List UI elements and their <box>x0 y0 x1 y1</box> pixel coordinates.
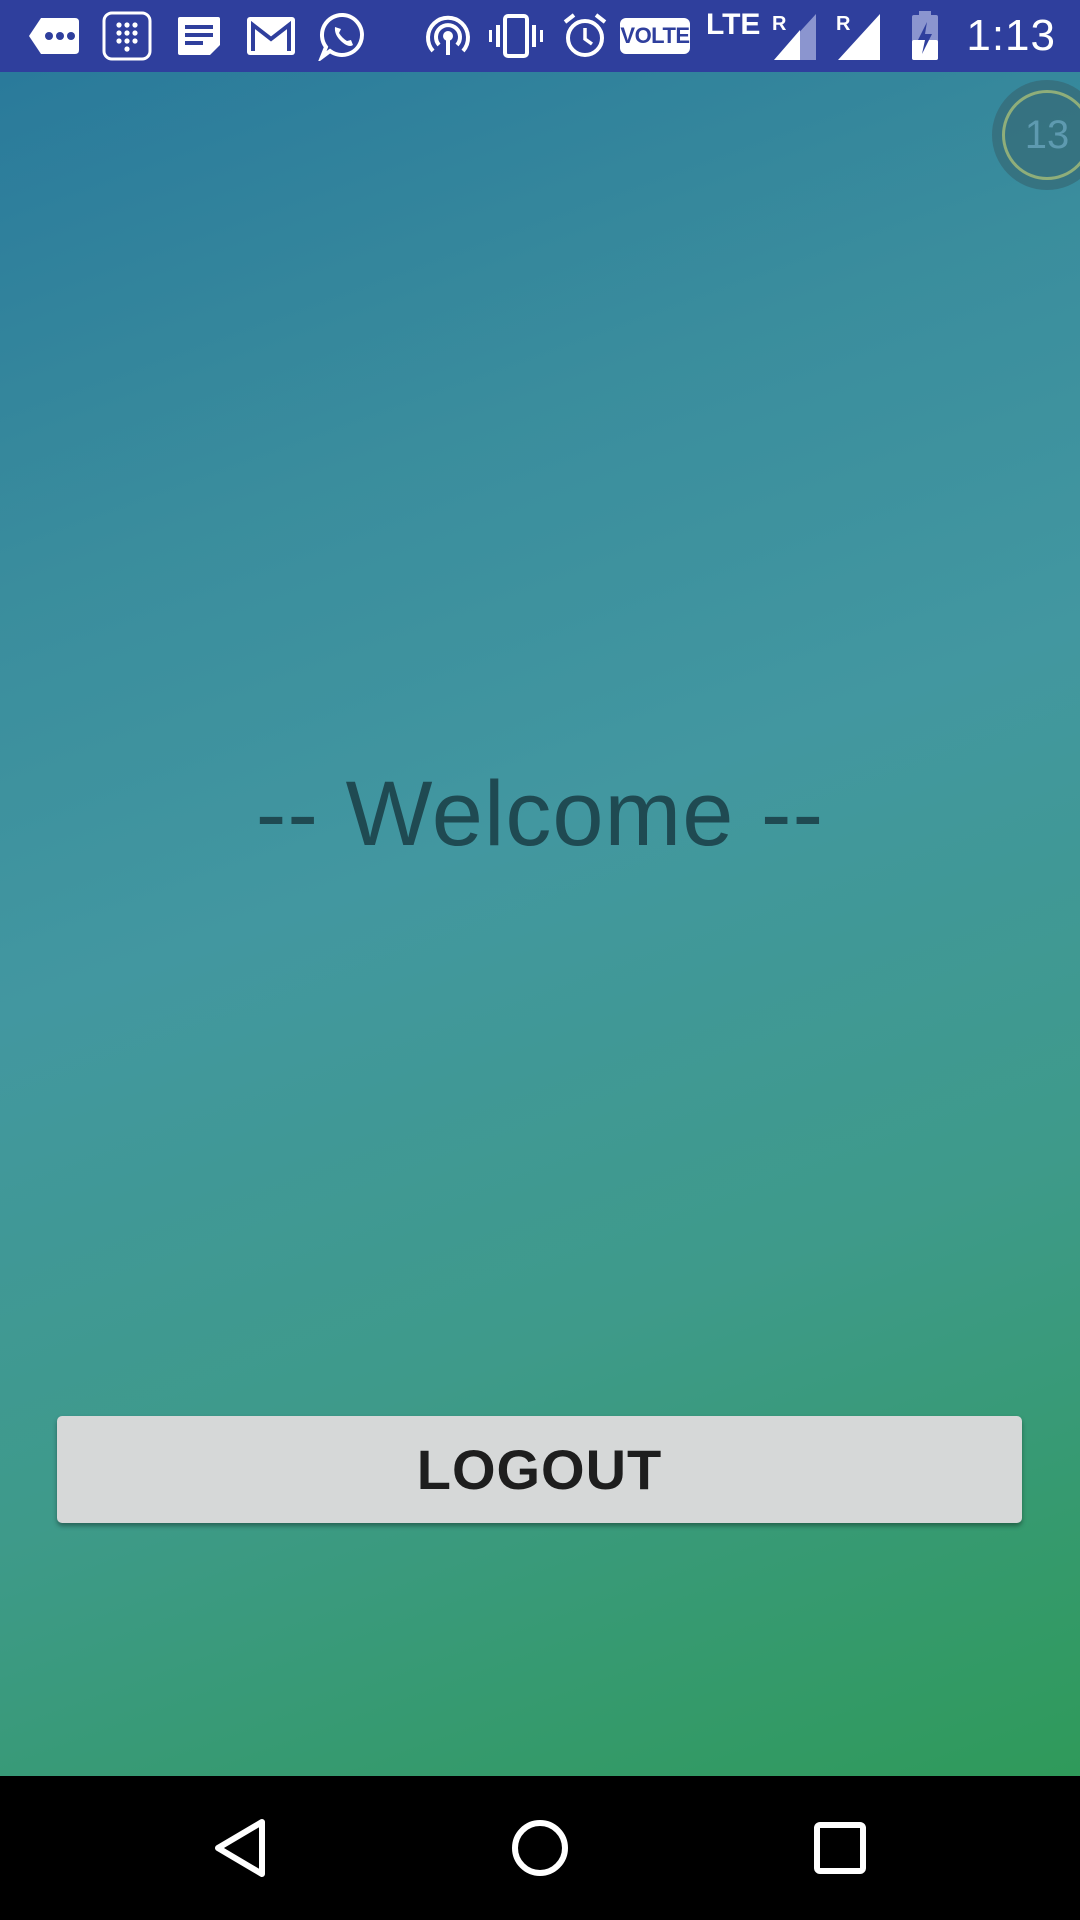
volte-badge: VOLTE <box>620 18 690 54</box>
recents-icon[interactable] <box>790 1798 890 1898</box>
whatsapp-icon <box>316 10 370 62</box>
hotspot-icon <box>424 10 472 62</box>
sms-icon <box>26 10 82 62</box>
network-type-label: LTE <box>706 8 761 41</box>
signal-roaming-icon: R <box>834 10 884 62</box>
bubble-count: 13 <box>1002 90 1080 180</box>
logout-button[interactable]: LOGOUT <box>57 1416 1022 1523</box>
notes-icon <box>174 10 224 62</box>
dialpad-icon <box>100 10 154 62</box>
gmail-icon <box>244 10 298 62</box>
welcome-heading: -- Welcome -- <box>255 763 825 865</box>
svg-text:R: R <box>772 13 787 35</box>
navigation-bar <box>0 1776 1080 1920</box>
battery-charging-icon <box>908 10 942 62</box>
signal-roaming-icon: R <box>770 10 820 62</box>
vibrate-icon <box>488 10 544 62</box>
home-icon[interactable] <box>490 1798 590 1898</box>
alarm-icon <box>562 10 608 62</box>
svg-text:R: R <box>836 13 851 35</box>
floating-count-bubble[interactable]: 13 <box>992 80 1080 190</box>
back-icon[interactable] <box>190 1798 290 1898</box>
clock: 1:13 <box>966 11 1056 60</box>
app-content: 13 -- Welcome -- LOGOUT <box>0 72 1080 1776</box>
status-bar: VOLTE LTE R R 1:13 <box>0 0 1080 72</box>
